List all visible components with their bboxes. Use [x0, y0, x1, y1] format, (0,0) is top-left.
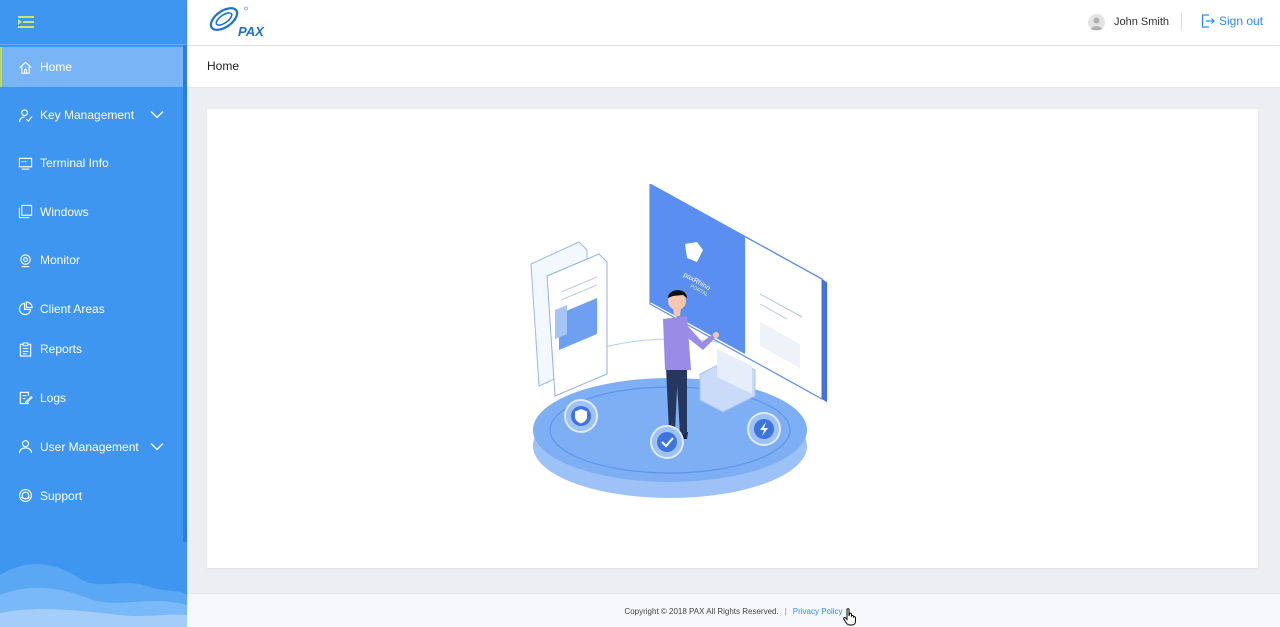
sign-out-label: Sign out	[1219, 14, 1264, 28]
sign-out-icon	[1201, 14, 1215, 28]
top-header: PAX John Smith Sign out	[187, 0, 1280, 45]
bolt-badge-icon	[747, 412, 781, 446]
footer: Copyright © 2018 PAX All Rights Reserved…	[187, 593, 1280, 627]
sidebar-item-label: Monitor	[40, 253, 81, 267]
sidebar-wave-decoration	[0, 564, 187, 627]
home-icon	[19, 61, 32, 74]
camera-icon	[20, 253, 31, 267]
shield-badge-icon	[564, 399, 598, 433]
sidebar-item-support[interactable]: Support	[0, 459, 187, 532]
user-menu[interactable]: John Smith	[1088, 13, 1169, 31]
sidebar-item-windows[interactable]: Windows	[0, 183, 187, 240]
sidebar-item-home[interactable]: Home	[0, 47, 183, 87]
sidebar-item-label: User Management	[40, 439, 139, 454]
main-card: paxRhino PORTAL	[207, 109, 1258, 568]
sidebar-item-client-areas[interactable]: Client Areas	[0, 280, 187, 337]
sidebar-item-monitor[interactable]: Monitor	[0, 240, 187, 280]
chevron-down-icon[interactable]	[150, 110, 164, 119]
sidebar-item-key-management[interactable]: Key Management	[0, 87, 187, 143]
sidebar-item-terminal-info[interactable]: Terminal Info	[0, 143, 187, 183]
check-badge-icon	[650, 425, 684, 459]
chevron-down-icon[interactable]	[150, 442, 164, 451]
edit-doc-icon	[19, 391, 33, 405]
sidebar-item-label: Terminal Info	[40, 156, 109, 170]
windows-icon	[18, 204, 33, 219]
footer-separator: |	[784, 607, 787, 616]
sidebar-header	[0, 0, 187, 45]
sidebar-item-label: Logs	[40, 390, 67, 405]
sidebar-item-user-management[interactable]: User Management	[0, 434, 187, 459]
pax-logo[interactable]: PAX	[207, 6, 279, 38]
clipboard-icon	[19, 341, 32, 357]
breadcrumb: Home	[187, 46, 1280, 88]
sidebar-item-label: Home	[40, 60, 73, 74]
user-name: John Smith	[1114, 16, 1170, 28]
copyright-text: Copyright © 2018 PAX All Rights Reserved…	[624, 607, 779, 616]
key-user-icon	[18, 108, 33, 122]
sidebar-item-label: Support	[40, 488, 83, 503]
sidebar-item-logs[interactable]: Logs	[0, 361, 187, 434]
pie-chart-icon	[18, 301, 33, 316]
menu-toggle-icon[interactable]	[18, 16, 34, 28]
sidebar-item-label: Client Areas	[40, 301, 105, 316]
sidebar-item-label: Key Management	[40, 108, 135, 122]
support-icon	[19, 489, 32, 502]
sidebar-item-reports[interactable]: Reports	[0, 337, 187, 361]
sidebar-item-label: Reports	[40, 342, 83, 356]
avatar[interactable]	[1088, 13, 1105, 31]
documents-graphic	[530, 241, 608, 397]
sidebar: Home Key Management Terminal Info Window…	[0, 0, 187, 627]
monitor-icon	[18, 157, 33, 170]
sign-out-button[interactable]: Sign out	[1201, 14, 1263, 28]
privacy-policy-link[interactable]: Privacy Policy	[793, 607, 843, 616]
portal-illustration: paxRhino PORTAL	[530, 184, 827, 498]
user-icon	[18, 440, 33, 454]
sidebar-nav: Home Key Management Terminal Info Window…	[0, 47, 187, 532]
sidebar-item-label: Windows	[40, 204, 89, 219]
header-divider	[1181, 13, 1182, 31]
svg-text:PAX: PAX	[238, 24, 265, 38]
breadcrumb-home[interactable]: Home	[207, 59, 239, 73]
hand-cursor-icon	[843, 608, 856, 626]
